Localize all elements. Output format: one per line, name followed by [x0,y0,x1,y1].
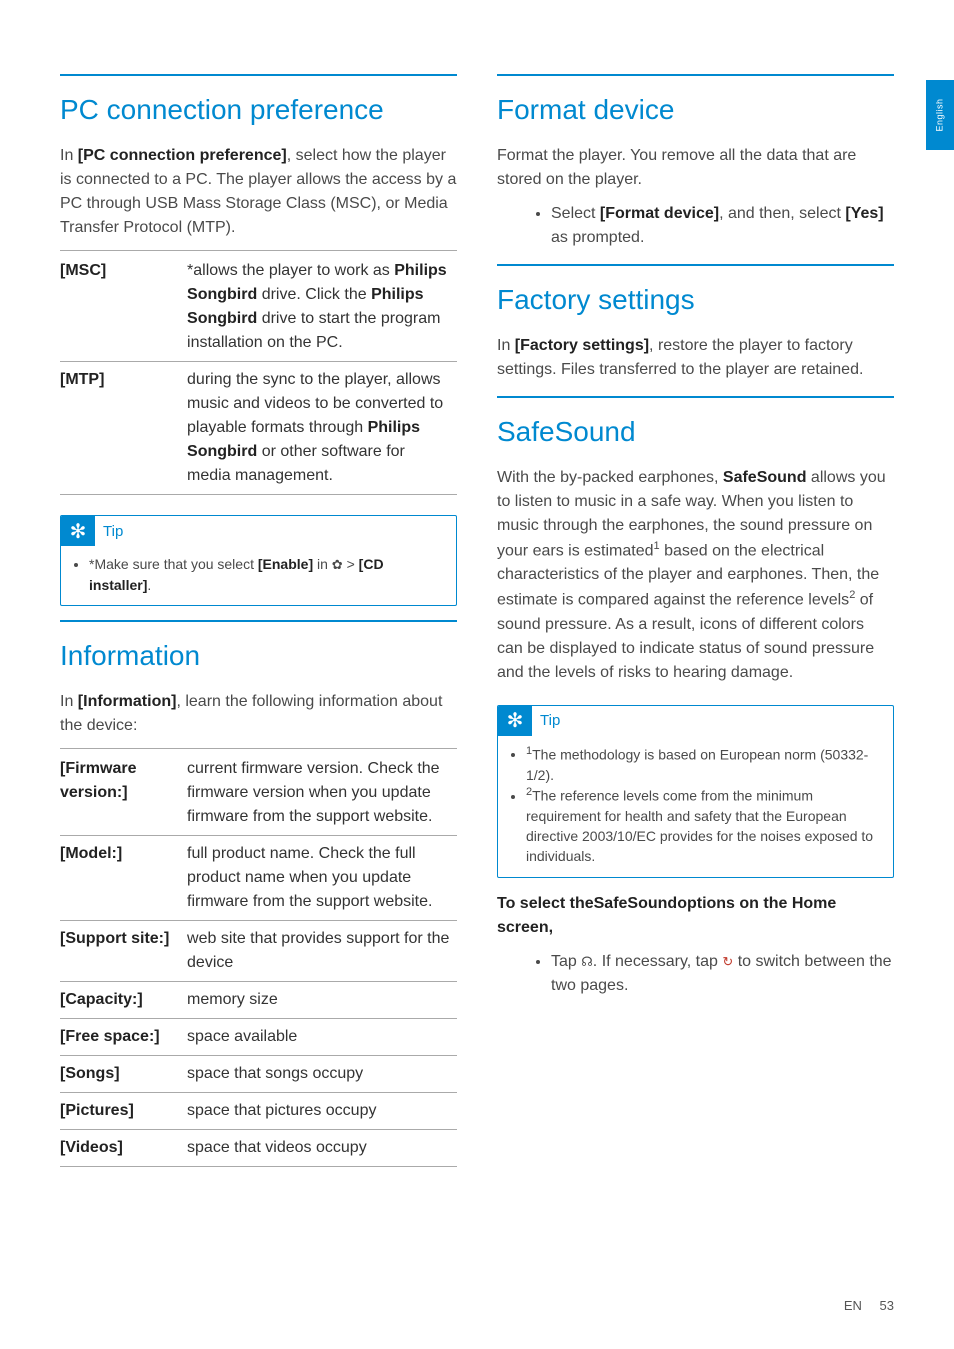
left-column: PC connection preference In [PC connecti… [60,60,457,1167]
safesound-bullets: Tap ☊. If necessary, tap ↻ to switch bet… [551,950,894,998]
text: In [497,337,515,354]
row-desc: space that songs occupy [187,1056,457,1093]
pc-connection-table: [MSC] *allows the player to work as Phil… [60,250,457,495]
bold-text: [Yes] [845,205,883,222]
asterisk-icon: ✻ [498,706,532,736]
table-row: [Support site:]web site that provides su… [60,921,457,982]
row-label: [Songs] [60,1056,187,1093]
table-row: [Songs]space that songs occupy [60,1056,457,1093]
text: The methodology is based on European nor… [526,746,868,782]
format-intro: Format the player. You remove all the da… [497,144,894,192]
row-desc: web site that provides support for the d… [187,921,457,982]
text: *allows the player to work as [187,262,394,279]
bold-text: SafeSound [594,895,678,912]
text: . If necessary, tap [593,953,723,970]
text: in [313,556,332,572]
page-footer: EN 53 [844,1298,894,1313]
safesound-subheading: To select theSafeSoundoptions on the Hom… [497,892,894,940]
asterisk-icon: ✻ [61,516,95,546]
text: Select [551,205,600,222]
row-label: [Free space:] [60,1019,187,1056]
row-desc: memory size [187,982,457,1019]
text: > [343,556,359,572]
page-content: PC connection preference In [PC connecti… [0,0,954,1207]
tip-header: ✻ Tip [61,516,456,546]
table-row: [MTP] during the sync to the player, all… [60,362,457,495]
factory-intro: In [Factory settings], restore the playe… [497,334,894,382]
row-label: [Capacity:] [60,982,187,1019]
bold-text: [Format device] [600,205,719,222]
heading-pc-connection: PC connection preference [60,74,457,126]
list-item: Select [Format device], and then, select… [551,202,894,250]
row-label: [Videos] [60,1130,187,1167]
tip-item: 1The methodology is based on European no… [526,744,881,785]
tip-body: *Make sure that you select [Enable] in ✿… [61,546,456,605]
heading-information: Information [60,620,457,672]
text: Tap [551,953,581,970]
bold-text: [PC connection preference] [78,147,287,164]
tip-body: 1The methodology is based on European no… [498,736,893,877]
row-desc: *allows the player to work as Philips So… [187,251,457,362]
headphones-icon: ☊ [581,952,593,972]
footer-page-number: 53 [880,1298,894,1313]
text: The reference levels come from the minim… [526,788,873,865]
row-desc: space that pictures occupy [187,1093,457,1130]
format-bullets: Select [Format device], and then, select… [551,202,894,250]
tip-item: *Make sure that you select [Enable] in ✿… [89,554,444,595]
information-intro: In [Information], learn the following in… [60,690,457,738]
row-desc: full product name. Check the full produc… [187,836,457,921]
text: In [60,147,78,164]
row-label: [MSC] [60,251,187,362]
row-label: [Support site:] [60,921,187,982]
text: *Make sure that you select [89,556,258,572]
list-item: Tap ☊. If necessary, tap ↻ to switch bet… [551,950,894,998]
tip-box: ✻ Tip *Make sure that you select [Enable… [60,515,457,606]
heading-factory-settings: Factory settings [497,264,894,316]
text: . [147,577,151,593]
row-desc: current firmware version. Check the firm… [187,749,457,836]
tip-label: Tip [103,523,123,540]
table-row: [Capacity:]memory size [60,982,457,1019]
row-label: [Pictures] [60,1093,187,1130]
table-row: [Pictures]space that pictures occupy [60,1093,457,1130]
table-row: [Videos]space that videos occupy [60,1130,457,1167]
row-label: [MTP] [60,362,187,495]
table-row: [MSC] *allows the player to work as Phil… [60,251,457,362]
tip-label: Tip [540,712,560,729]
text: as prompted. [551,229,644,246]
right-column: Format device Format the player. You rem… [497,60,894,1167]
heading-format-device: Format device [497,74,894,126]
footer-lang: EN [844,1298,862,1313]
table-row: [Model:]full product name. Check the ful… [60,836,457,921]
row-desc: space that videos occupy [187,1130,457,1167]
safesound-para: With the by-packed earphones, SafeSound … [497,466,894,685]
heading-safesound: SafeSound [497,396,894,448]
bold-text: To select the [497,895,594,912]
bold-text: [Enable] [258,556,313,572]
tip-header: ✻ Tip [498,706,893,736]
row-label: [Firmware version:] [60,749,187,836]
gear-icon: ✿ [332,556,343,575]
information-table: [Firmware version:]current firmware vers… [60,748,457,1167]
pc-intro: In [PC connection preference], select ho… [60,144,457,240]
switch-icon: ↻ [722,952,733,972]
table-row: [Free space:]space available [60,1019,457,1056]
language-tab: English [926,80,954,150]
text: , and then, select [719,205,845,222]
text: drive. Click the [257,286,371,303]
bold-text: [Information] [78,693,177,710]
row-label: [Model:] [60,836,187,921]
bold-text: [Factory settings] [515,337,649,354]
row-desc: space available [187,1019,457,1056]
text: In [60,693,78,710]
bold-text: SafeSound [723,469,807,486]
table-row: [Firmware version:]current firmware vers… [60,749,457,836]
text: With the by-packed earphones, [497,469,723,486]
row-desc: during the sync to the player, allows mu… [187,362,457,495]
language-tab-label: English [935,98,945,131]
tip-box: ✻ Tip 1The methodology is based on Europ… [497,705,894,878]
tip-item: 2The reference levels come from the mini… [526,785,881,867]
